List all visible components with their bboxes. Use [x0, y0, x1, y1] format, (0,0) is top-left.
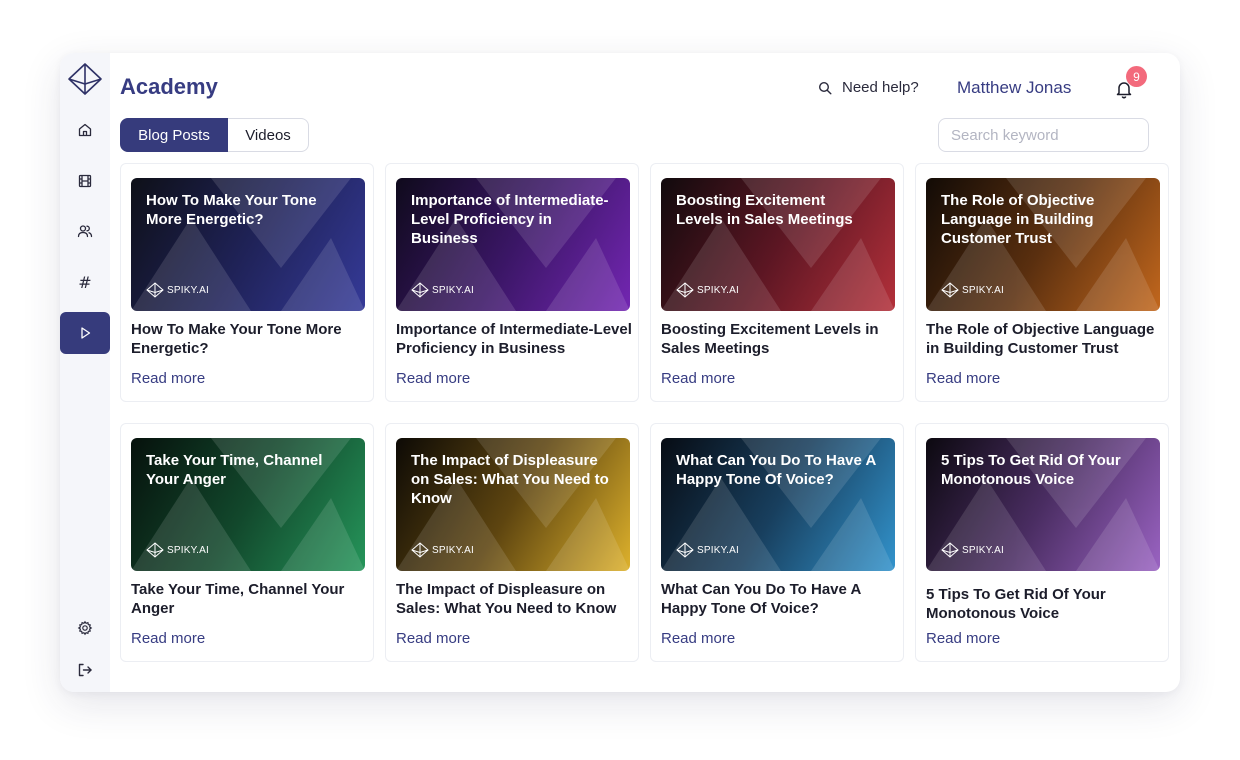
thumbnail-title: Boosting Excitement Levels in Sales Meet… [676, 192, 853, 228]
read-more-link[interactable]: Read more [661, 630, 735, 647]
help-link[interactable]: Need help? [818, 79, 919, 96]
brand-mark: SPIKY.AI [146, 542, 209, 558]
brand-name: SPIKY.AI [432, 284, 474, 296]
film-icon [78, 174, 92, 188]
sidebar-item-home[interactable] [60, 109, 110, 151]
brand-logo-icon [676, 282, 694, 298]
post-card: What Can You Do To Have A Happy Tone Of … [650, 423, 904, 662]
post-thumbnail[interactable]: How To Make Your Tone More Energetic? SP… [131, 178, 365, 311]
post-thumbnail[interactable]: Take Your Time, Channel Your Anger SPIKY… [131, 438, 365, 571]
post-title[interactable]: How To Make Your Tone More Energetic? [131, 320, 369, 358]
brand-logo-icon [411, 282, 429, 298]
read-more-link[interactable]: Read more [926, 630, 1000, 647]
brand-name: SPIKY.AI [167, 544, 209, 556]
post-grid: How To Make Your Tone More Energetic? SP… [120, 163, 1169, 663]
post-card: Boosting Excitement Levels in Sales Meet… [650, 163, 904, 402]
post-card: Take Your Time, Channel Your Anger SPIKY… [120, 423, 374, 662]
post-title[interactable]: What Can You Do To Have A Happy Tone Of … [661, 580, 899, 618]
brand-logo-icon [676, 542, 694, 558]
logo-icon[interactable] [66, 61, 104, 97]
post-card: The Impact of Displeasure on Sales: What… [385, 423, 639, 662]
brand-logo-icon [146, 542, 164, 558]
brand-logo-icon [941, 282, 959, 298]
post-title[interactable]: The Impact of Displeasure on Sales: What… [396, 580, 634, 618]
tab-blog-posts[interactable]: Blog Posts [120, 118, 228, 152]
play-icon [81, 327, 91, 339]
sidebar: # [60, 53, 110, 692]
logout-icon [78, 663, 92, 677]
post-card: The Role of Objective Language in Buildi… [915, 163, 1169, 402]
post-card: How To Make Your Tone More Energetic? SP… [120, 163, 374, 402]
brand-name: SPIKY.AI [962, 284, 1004, 296]
thumbnail-title: How To Make Your Tone More Energetic? [146, 192, 317, 228]
settings-icon [77, 620, 93, 636]
brand-logo-icon [941, 542, 959, 558]
users-icon [77, 225, 93, 238]
brand-mark: SPIKY.AI [676, 282, 739, 298]
brand-name: SPIKY.AI [432, 544, 474, 556]
search-icon [818, 81, 832, 94]
search-input[interactable] [939, 119, 1148, 151]
sidebar-item-tags[interactable]: # [60, 261, 110, 303]
read-more-link[interactable]: Read more [396, 630, 470, 647]
sidebar-item-videos[interactable] [60, 160, 110, 202]
home-icon [78, 123, 92, 137]
help-label: Need help? [842, 79, 919, 96]
tab-videos[interactable]: Videos [228, 118, 309, 152]
post-thumbnail[interactable]: Importance of Intermediate-Level Profici… [396, 178, 630, 311]
read-more-link[interactable]: Read more [661, 370, 735, 387]
brand-logo-icon [146, 282, 164, 298]
brand-name: SPIKY.AI [697, 284, 739, 296]
read-more-link[interactable]: Read more [131, 370, 205, 387]
app-window: # Academy Need help? Matthew Jonas 9 Blo… [60, 53, 1180, 692]
hash-icon: # [78, 272, 92, 292]
brand-mark: SPIKY.AI [411, 282, 474, 298]
post-title[interactable]: Take Your Time, Channel Your Anger [131, 580, 369, 618]
thumbnail-title: Importance of Intermediate-Level Profici… [411, 192, 609, 247]
post-title[interactable]: The Role of Objective Language in Buildi… [926, 320, 1164, 358]
post-thumbnail[interactable]: The Impact of Displeasure on Sales: What… [396, 438, 630, 571]
brand-name: SPIKY.AI [697, 544, 739, 556]
post-thumbnail[interactable]: What Can You Do To Have A Happy Tone Of … [661, 438, 895, 571]
post-title[interactable]: 5 Tips To Get Rid Of Your Monotonous Voi… [926, 585, 1164, 623]
user-name[interactable]: Matthew Jonas [957, 78, 1071, 98]
thumbnail-title: The Impact of Displeasure on Sales: What… [411, 452, 609, 507]
search-box [938, 118, 1149, 152]
sidebar-item-team[interactable] [60, 210, 110, 252]
brand-logo-icon [411, 542, 429, 558]
thumbnail-title: 5 Tips To Get Rid Of Your Monotonous Voi… [941, 452, 1121, 488]
brand-name: SPIKY.AI [167, 284, 209, 296]
post-title[interactable]: Importance of Intermediate-Level Profici… [396, 320, 634, 358]
post-thumbnail[interactable]: The Role of Objective Language in Buildi… [926, 178, 1160, 311]
notification-badge: 9 [1126, 66, 1147, 87]
post-title[interactable]: Boosting Excitement Levels in Sales Meet… [661, 320, 899, 358]
brand-mark: SPIKY.AI [411, 542, 474, 558]
brand-mark: SPIKY.AI [941, 282, 1004, 298]
brand-name: SPIKY.AI [962, 544, 1004, 556]
thumbnail-title: What Can You Do To Have A Happy Tone Of … [676, 452, 876, 488]
sidebar-item-logout[interactable] [60, 649, 110, 691]
thumbnail-title: Take Your Time, Channel Your Anger [146, 452, 323, 488]
brand-mark: SPIKY.AI [941, 542, 1004, 558]
brand-mark: SPIKY.AI [146, 282, 209, 298]
post-thumbnail[interactable]: 5 Tips To Get Rid Of Your Monotonous Voi… [926, 438, 1160, 571]
read-more-link[interactable]: Read more [131, 630, 205, 647]
post-thumbnail[interactable]: Boosting Excitement Levels in Sales Meet… [661, 178, 895, 311]
sidebar-item-academy[interactable] [60, 312, 110, 354]
post-card: 5 Tips To Get Rid Of Your Monotonous Voi… [915, 423, 1169, 662]
sidebar-item-settings[interactable] [60, 607, 110, 649]
read-more-link[interactable]: Read more [926, 370, 1000, 387]
brand-mark: SPIKY.AI [676, 542, 739, 558]
page-title: Academy [120, 74, 218, 99]
post-card: Importance of Intermediate-Level Profici… [385, 163, 639, 402]
read-more-link[interactable]: Read more [396, 370, 470, 387]
thumbnail-title: The Role of Objective Language in Buildi… [941, 192, 1095, 247]
content-tabs: Blog Posts Videos [120, 118, 309, 152]
